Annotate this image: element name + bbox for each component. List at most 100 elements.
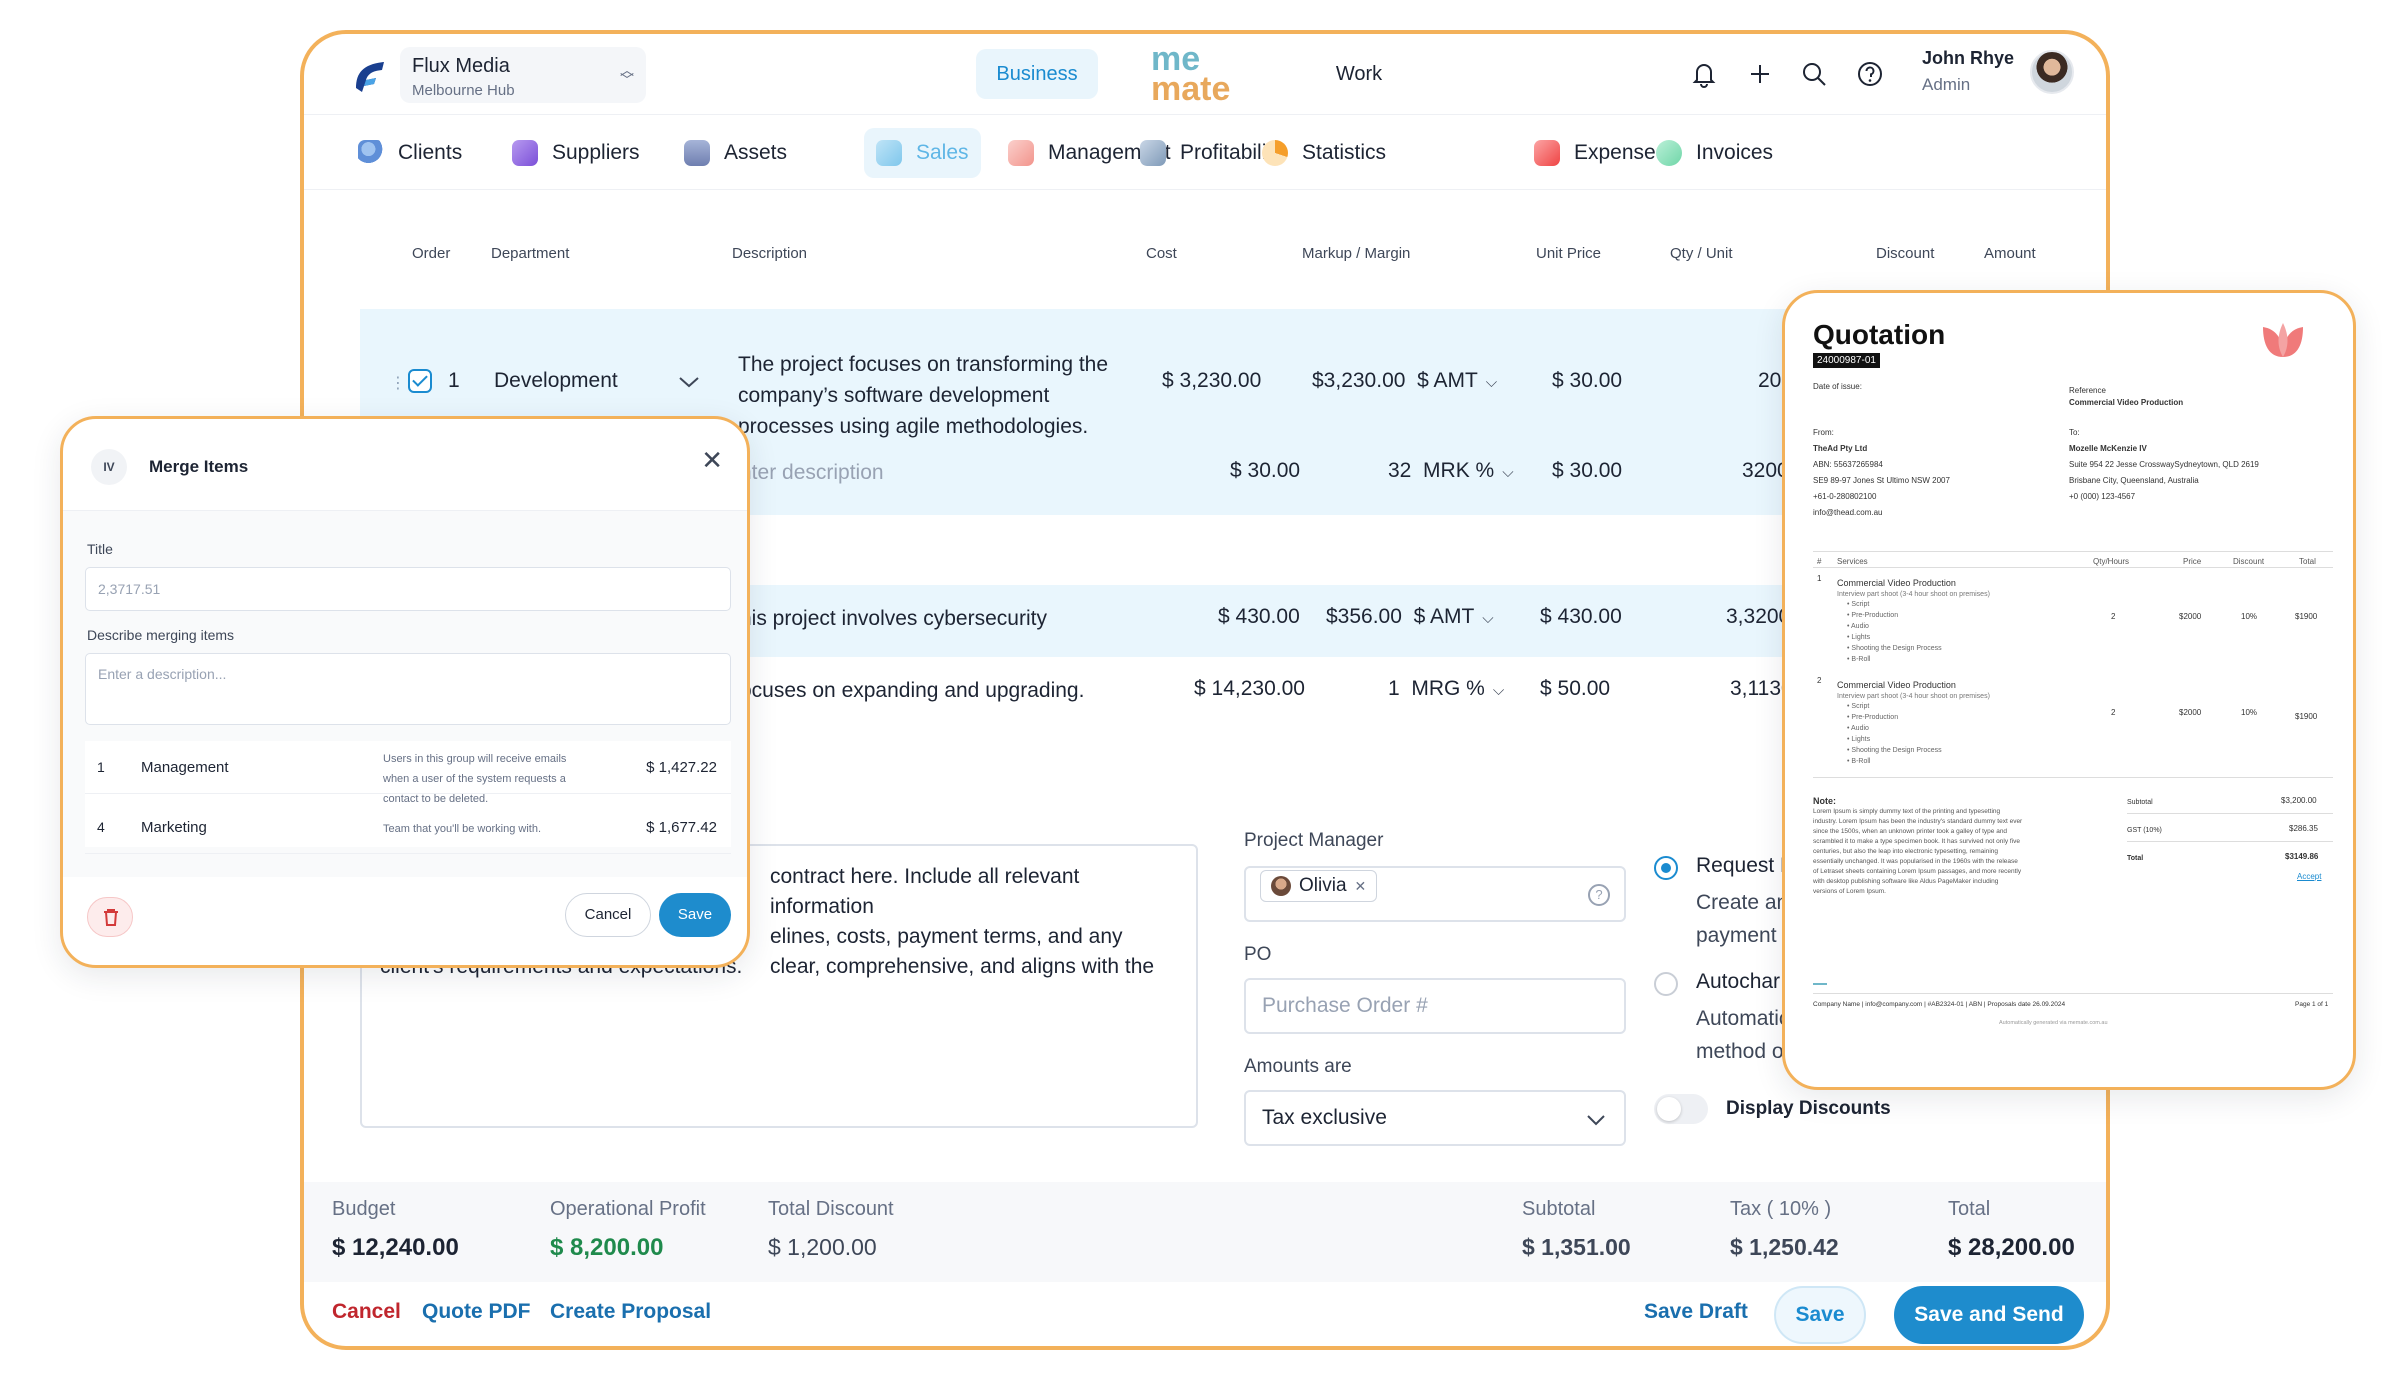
nav-suppliers[interactable]: Suppliers	[500, 128, 652, 178]
bullet: • Shooting the Design Process	[1847, 645, 1942, 652]
request-payment-title: Request P	[1696, 854, 1795, 877]
search-icon[interactable]	[1798, 58, 1830, 90]
row-unit-price[interactable]: $ 30.00	[1552, 459, 1622, 483]
save-button[interactable]: Save	[1774, 1286, 1866, 1344]
row-unit-price[interactable]: $ 430.00	[1540, 605, 1622, 629]
markup-field[interactable]: 32 MRK % ⌵	[1388, 459, 1514, 483]
request-payment-desc: Create an payment	[1696, 886, 1788, 952]
invoice-icon	[1656, 140, 1682, 166]
row-description[interactable]: his project involves cybersecurity	[740, 607, 1047, 631]
save-and-send-button[interactable]: Save and Send	[1894, 1286, 2084, 1344]
nav-clients[interactable]: Clients	[346, 128, 474, 178]
nav-sales[interactable]: Sales	[864, 128, 981, 178]
avatar[interactable]	[2030, 50, 2074, 94]
item-number: 1	[97, 759, 105, 775]
nav-invoices[interactable]: Invoices	[1644, 128, 1785, 178]
nav-assets-label: Assets	[724, 141, 788, 164]
title-label: Title	[87, 541, 113, 557]
request-payment-radio[interactable]	[1654, 856, 1678, 880]
nav-invoices-label: Invoices	[1696, 141, 1774, 164]
pm-label: Project Manager	[1244, 830, 1384, 851]
po-input[interactable]: Purchase Order #	[1244, 978, 1626, 1034]
pm-chip[interactable]: Olivia ✕	[1260, 870, 1378, 902]
close-icon[interactable]: ✕	[701, 445, 723, 476]
subtotal-value: $ 1,351.00	[1522, 1234, 1631, 1260]
col-cost: Cost	[1146, 245, 1177, 262]
quote-pdf-button[interactable]: Quote PDF	[422, 1300, 531, 1324]
to-address: Brisbane City, Queensland, Australia	[2069, 476, 2199, 485]
create-proposal-button[interactable]: Create Proposal	[550, 1300, 711, 1324]
markup-type: $ AMT	[1413, 605, 1475, 628]
row-cost[interactable]: $ 14,230.00	[1194, 677, 1305, 701]
delete-button[interactable]	[87, 897, 133, 937]
divider	[1813, 567, 2333, 568]
col-department: Department	[491, 245, 570, 262]
item-bullets: • Script • Pre-Production • Audio • Ligh…	[1847, 701, 1942, 767]
col-order: Order	[412, 245, 451, 262]
col-qty: Qty/Hours	[2093, 557, 2130, 566]
row-cost[interactable]: $ 430.00	[1218, 605, 1300, 629]
tab-work[interactable]: Work	[1304, 49, 1414, 99]
merge-items-list: 1 Management Users in this group will re…	[85, 741, 731, 854]
generated-note: Automatically generated via memate.com.a…	[1999, 1020, 2108, 1026]
markup-field[interactable]: 1 MRG % ⌵	[1388, 677, 1504, 701]
tab-business[interactable]: Business	[976, 49, 1098, 99]
nav-statistics[interactable]: Statistics	[1250, 128, 1398, 178]
accept-link[interactable]: Accept	[2297, 871, 2321, 883]
row-unit-price[interactable]: $ 50.00	[1540, 677, 1610, 701]
row-description[interactable]: The project focuses on transforming the …	[738, 349, 1118, 442]
bullet: • Audio	[1847, 623, 1869, 630]
title-input[interactable]: 2,3717.51	[85, 567, 731, 611]
save-button[interactable]: Save	[659, 893, 731, 937]
wallet-icon	[1534, 140, 1560, 166]
cancel-button[interactable]: Cancel	[565, 893, 651, 937]
row-unit-price[interactable]: $ 30.00	[1552, 369, 1622, 393]
row-checkbox[interactable]	[408, 369, 432, 393]
autocharge-radio[interactable]	[1654, 972, 1678, 996]
bell-icon[interactable]	[1688, 58, 1720, 90]
modal-footer: Cancel Save	[63, 871, 747, 965]
description-textarea[interactable]: Enter a description...	[85, 653, 731, 725]
markup-value: $356.00	[1326, 605, 1402, 628]
amounts-label: Amounts are	[1244, 1056, 1352, 1077]
chevron-down-icon[interactable]	[678, 375, 700, 389]
save-draft-button[interactable]: Save Draft	[1644, 1300, 1748, 1324]
main-nav: Clients Suppliers Assets Sales Managemen…	[304, 114, 2106, 190]
bullet: • Pre-Production	[1847, 612, 1899, 619]
amounts-select[interactable]: Tax exclusive	[1244, 1090, 1626, 1146]
flux-logo	[356, 62, 384, 92]
row-description-input[interactable]: nter description	[740, 461, 884, 485]
pm-field[interactable]: Olivia ✕ ?	[1244, 866, 1626, 922]
bullet: • Script	[1847, 703, 1870, 710]
markup-field[interactable]: $356.00 $ AMT ⌵	[1326, 605, 1494, 629]
chevron-down-icon	[1587, 1115, 1605, 1126]
cancel-button[interactable]: Cancel	[332, 1300, 401, 1324]
row-cost[interactable]: $ 30.00	[1230, 459, 1300, 483]
close-icon[interactable]: ✕	[1355, 871, 1367, 901]
row-description[interactable]: ocuses on expanding and upgrading.	[740, 679, 1084, 703]
divider	[1813, 551, 2333, 552]
help-icon[interactable]: ?	[1588, 884, 1610, 906]
op-profit-label: Operational Profit	[550, 1198, 706, 1220]
user-info[interactable]: John Rhye Admin	[1922, 48, 2014, 95]
markup-field[interactable]: $3,230.00 $ AMT ⌵	[1312, 369, 1497, 393]
nav-assets[interactable]: Assets	[672, 128, 799, 178]
org-switcher[interactable]: Flux Media Melbourne Hub ︿ ﹀	[400, 47, 646, 103]
date-label: Date of issue:	[1813, 382, 1862, 391]
total-discount-value: $ 1,200.00	[768, 1234, 877, 1260]
divider	[1813, 777, 2333, 778]
bullet: • Script	[1847, 601, 1870, 608]
tag-icon	[876, 140, 902, 166]
help-icon[interactable]	[1854, 58, 1886, 90]
display-discounts-toggle[interactable]	[1654, 1094, 1708, 1124]
quotation-preview[interactable]: Quotation 24000987-01 Date of issue: Ref…	[1782, 290, 2356, 1090]
department-select[interactable]: Development	[494, 369, 618, 393]
total-label: Total	[2127, 855, 2144, 862]
item-number: 4	[97, 819, 105, 835]
pm-chip-label: Olivia	[1299, 875, 1347, 896]
display-discounts-label: Display Discounts	[1726, 1098, 1891, 1119]
plus-icon[interactable]	[1744, 58, 1776, 90]
row-cost[interactable]: $ 3,230.00	[1162, 369, 1261, 393]
list-item[interactable]: 4 Marketing Team that you'll be working …	[85, 801, 731, 854]
list-item[interactable]: 1 Management Users in this group will re…	[85, 741, 731, 805]
